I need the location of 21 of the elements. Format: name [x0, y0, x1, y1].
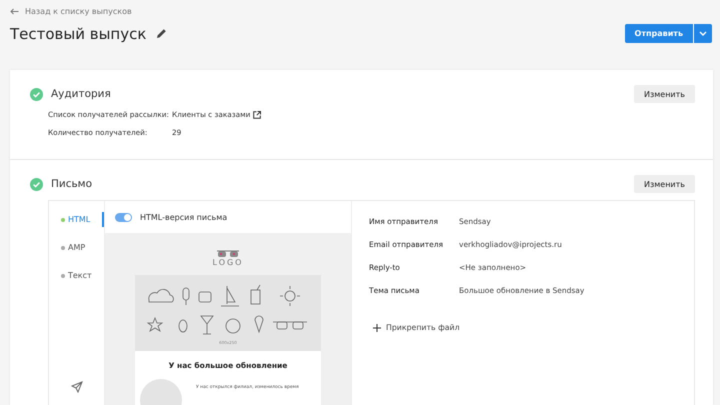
back-link[interactable]: Назад к списку выпусков	[10, 7, 132, 16]
version-tab[interactable]: AMP	[49, 240, 104, 255]
external-link-icon[interactable]	[253, 110, 262, 118]
edit-icon[interactable]	[156, 28, 168, 39]
toggle-label: HTML-версия письма	[140, 212, 228, 222]
section-title: Аудитория	[51, 88, 111, 100]
send-icon[interactable]	[71, 381, 83, 393]
edit-button[interactable]: Изменить	[634, 85, 695, 103]
send-button[interactable]: Отправить	[624, 24, 693, 43]
back-arrow-icon	[10, 8, 19, 15]
caret-icon	[699, 31, 707, 36]
edit-button[interactable]: Изменить	[634, 175, 695, 193]
sunglasses-logo-icon	[216, 250, 240, 258]
version-tab[interactable]: HTML	[49, 212, 104, 227]
logo-text: LOGO	[212, 258, 244, 267]
send-options-button[interactable]	[694, 24, 712, 43]
page-title: Тестовый выпуск	[10, 24, 146, 42]
section-title: Письмо	[51, 178, 92, 190]
plus-icon	[373, 324, 381, 332]
toggle-switch[interactable]	[115, 212, 132, 222]
version-tab[interactable]: Текст	[49, 268, 104, 283]
